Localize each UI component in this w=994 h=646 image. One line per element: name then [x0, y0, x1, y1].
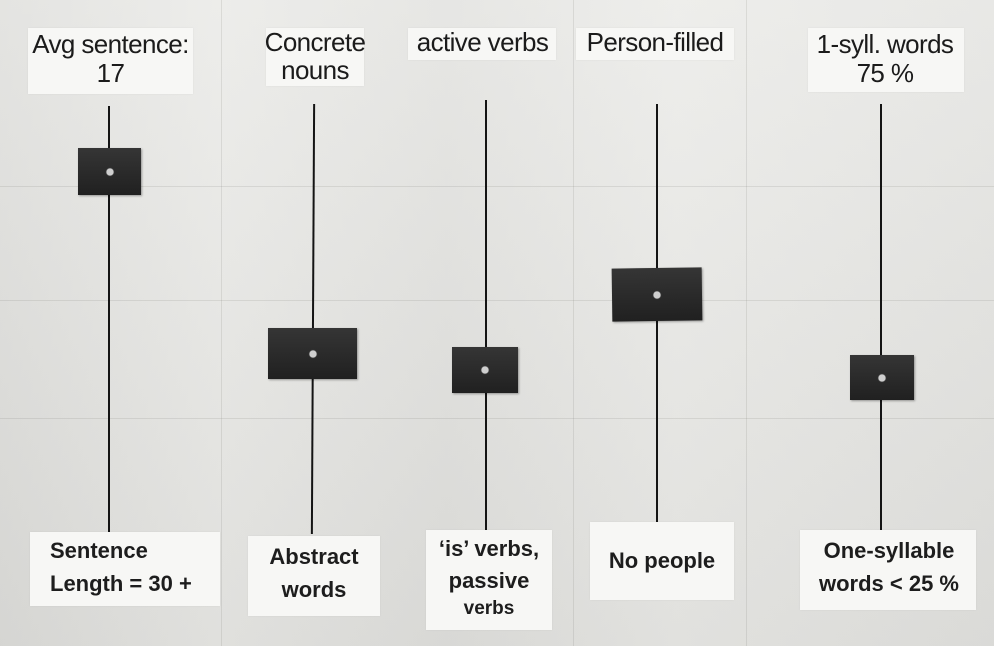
scale-5-bottom-label: One-syllable words < 25 %: [798, 534, 980, 600]
scale-4-top-line-1: Person-filled: [586, 27, 724, 57]
scale-5-rod: [880, 104, 882, 532]
scale-3-bottom-label: ‘is’ verbs, passive verbs: [426, 533, 552, 621]
wall-seam: [0, 418, 994, 419]
wall-seam: [0, 186, 994, 187]
scale-1-top-label: Avg sentence: 17: [28, 30, 193, 88]
scale-5-bottom-line-2: words < 25 %: [818, 571, 959, 596]
scale-5-top-line-1: 1-syll. words: [816, 29, 954, 59]
scale-1-bottom-line-2: Length = 30 +: [50, 571, 192, 596]
scale-2-bottom-line-1: Abstract: [269, 544, 359, 569]
wall-seam: [0, 300, 994, 301]
wall-seam: [573, 0, 574, 646]
scale-3-top-label: active verbs: [405, 28, 560, 57]
pin-icon: [653, 290, 661, 299]
scale-5-bottom-line-1: One-syllable: [823, 538, 955, 563]
pin-icon: [309, 350, 316, 357]
scale-5-top-line-2: 75 %: [856, 58, 914, 88]
pin-icon: [878, 374, 886, 381]
pin-icon: [481, 366, 489, 374]
scale-3-top-line-1: active verbs: [416, 27, 549, 57]
scale-5-top-label: 1-syll. words 75 %: [800, 30, 970, 88]
scale-3-bottom-line-3: verbs: [463, 598, 515, 619]
scale-2-slider[interactable]: [268, 328, 357, 379]
scale-2-bottom-label: Abstract words: [248, 540, 380, 606]
scale-4-slider[interactable]: [611, 267, 703, 322]
wall-seam: [746, 0, 747, 646]
scale-1-slider[interactable]: [78, 148, 141, 195]
scale-1-bottom-line-1: Sentence: [50, 538, 148, 563]
scale-2-top-line-1: Concrete: [264, 27, 366, 57]
scale-3-rod: [485, 100, 487, 532]
scale-3-bottom-line-1: ‘is’ verbs,: [438, 536, 540, 561]
scale-3-bottom-line-2: passive: [448, 568, 530, 593]
scale-2-bottom-line-2: words: [281, 577, 347, 602]
scale-4-bottom-label: No people: [590, 544, 734, 577]
scale-2-top-label: Concrete nouns: [250, 28, 380, 84]
scale-4-top-label: Person-filled: [572, 28, 738, 57]
scale-3-slider[interactable]: [452, 347, 518, 393]
scale-1-bottom-label: Sentence Length = 30 +: [30, 534, 215, 600]
scale-4-bottom-line-1: No people: [608, 548, 716, 573]
scale-1-top-line-2: 17: [96, 58, 125, 88]
scale-2-top-line-2: nouns: [281, 55, 349, 85]
scale-1-top-line-1: Avg sentence:: [32, 29, 189, 59]
wall-seam: [221, 0, 222, 646]
scale-5-slider[interactable]: [850, 355, 914, 400]
pin-icon: [106, 168, 113, 175]
